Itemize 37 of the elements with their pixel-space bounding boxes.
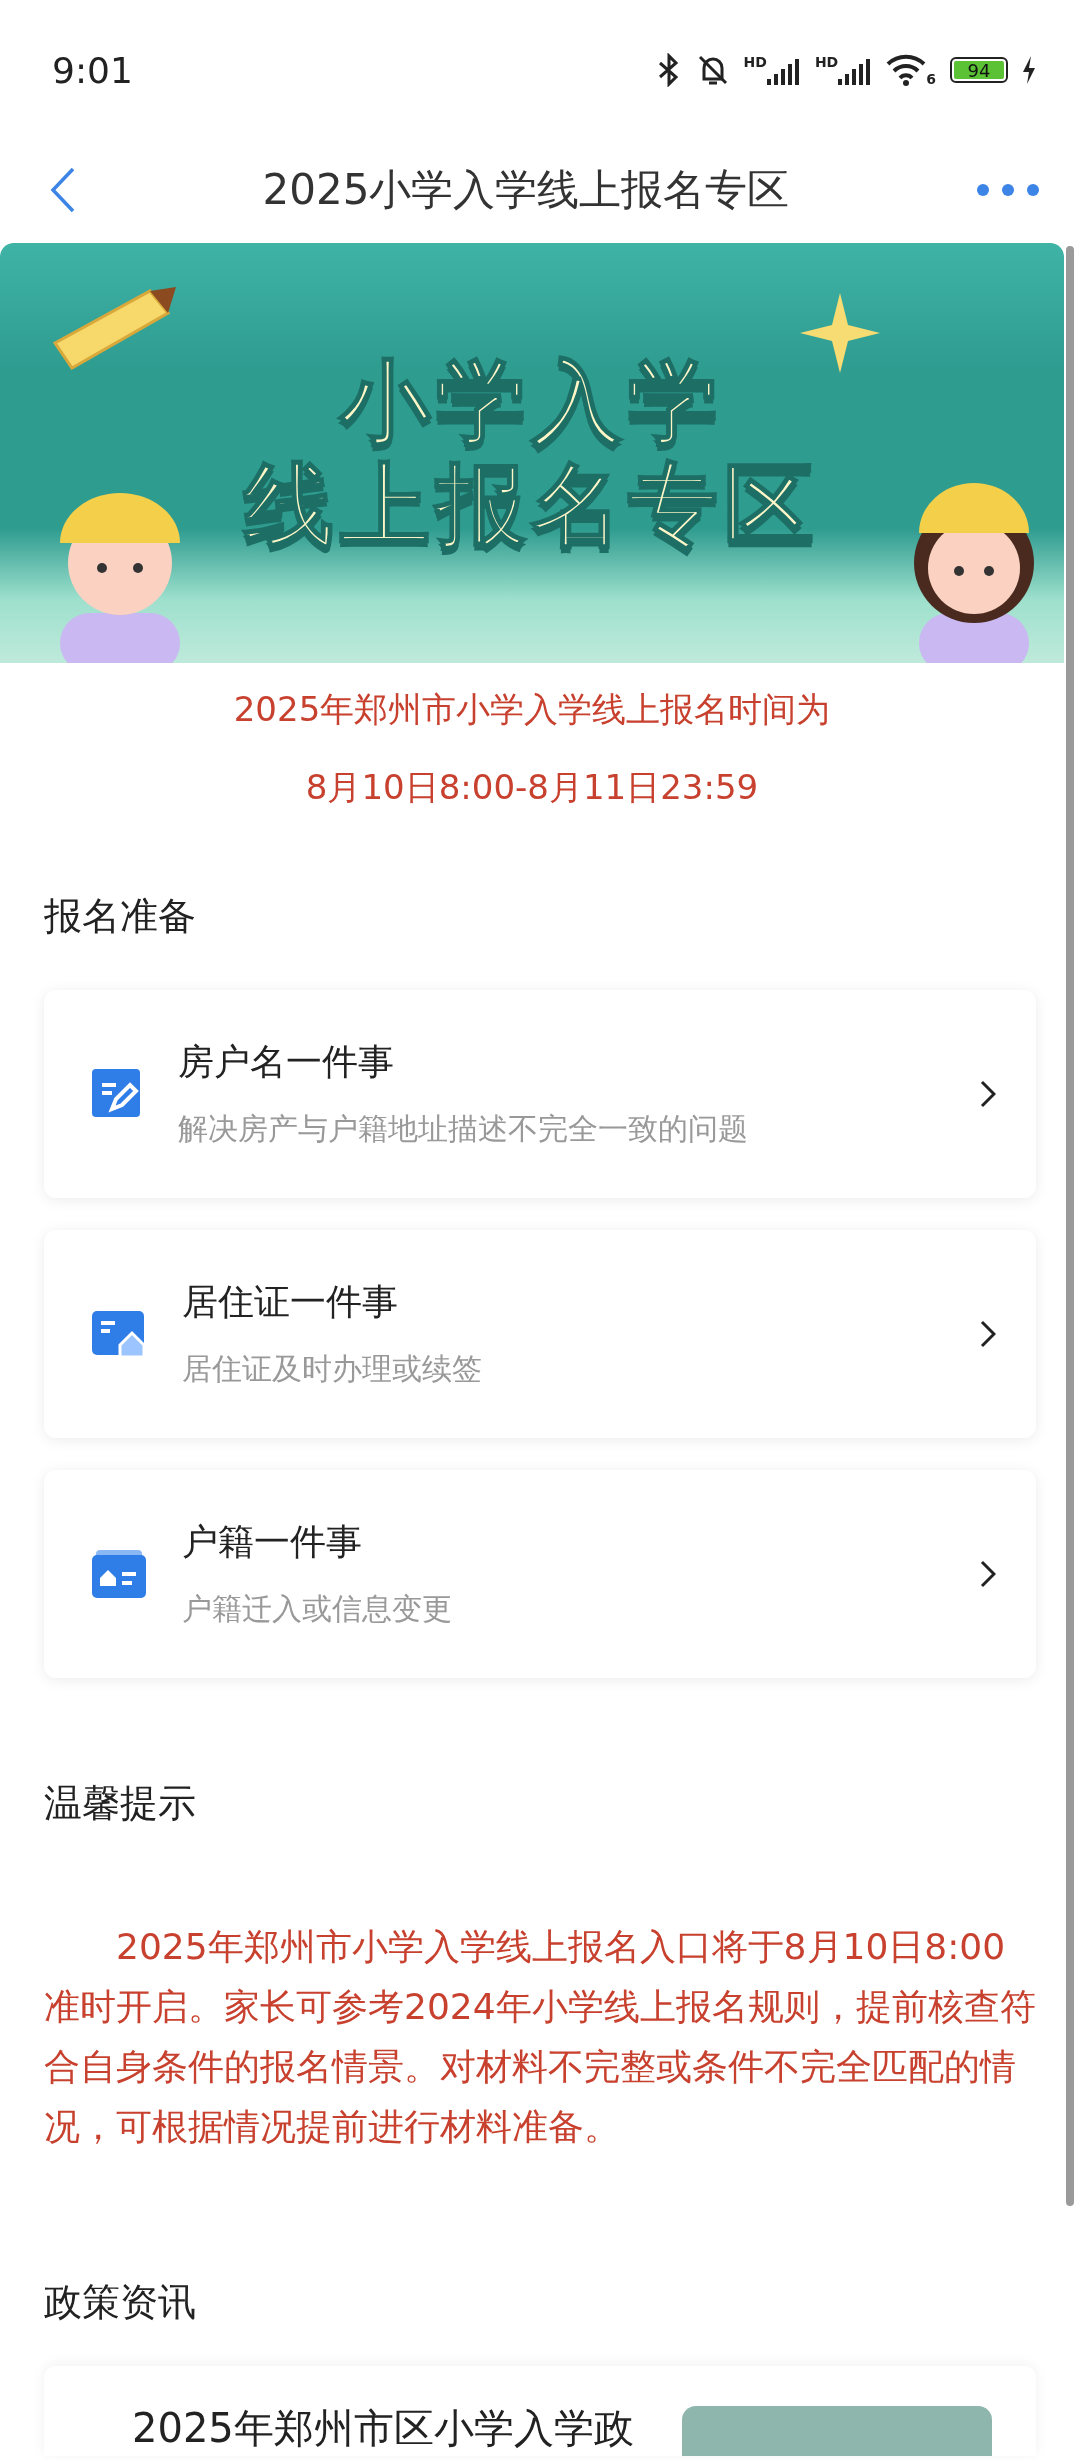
status-time: 9:01 (52, 49, 133, 91)
more-icon[interactable] (976, 183, 1040, 197)
banner-title: 线上报名专区 (244, 453, 820, 557)
chevron-right-icon (980, 1560, 996, 1588)
chevron-right-icon (980, 1320, 996, 1348)
wifi-icon (886, 54, 927, 86)
notice-text: 8月10日8:00-8月11日23:59 (305, 766, 759, 809)
news-card[interactable]: 2025年郑州市区小学入学政 (44, 2366, 1036, 2456)
scrollbar[interactable] (1066, 246, 1074, 2206)
network-label: HD (743, 55, 767, 69)
service-title: 居住证一件事 (182, 1280, 399, 1324)
banner-title: 小学入学 (340, 349, 724, 453)
news-title: 2025年郑州市区小学入学政 (132, 2404, 635, 2453)
sparkle-icon (800, 293, 880, 373)
notice-text: 2025年郑州市小学入学线上报名时间为 (233, 688, 831, 731)
charging-icon (1022, 56, 1036, 84)
section-heading: 政策资讯 (43, 2279, 197, 2326)
service-description: 居住证及时办理或续签 (182, 1350, 483, 1388)
network-label: HD (814, 55, 839, 69)
id-card-icon (92, 1550, 146, 1598)
back-icon[interactable] (50, 167, 76, 213)
service-title: 房户名一件事 (178, 1040, 395, 1084)
section-heading: 温馨提示 (43, 1780, 197, 1827)
service-title: 户籍一件事 (182, 1520, 363, 1564)
service-card[interactable]: 房户名一件事 解决房产与户籍地址描述不完全一致的问题 (44, 990, 1036, 1198)
battery-level: 94 (950, 57, 1008, 83)
service-card[interactable]: 户籍一件事 户籍迁入或信息变更 (44, 1470, 1036, 1678)
edit-document-icon (92, 1069, 142, 1119)
chevron-right-icon (980, 1080, 996, 1108)
wifi-label: 6 (926, 72, 936, 86)
card-house-icon (92, 1311, 146, 1357)
page-title: 2025小学入学线上报名专区 (262, 164, 790, 216)
tips-paragraph: 2025年郑州市小学入学线上报名入口将于8月10日8:00准时开启。家长可参考2024年小学线上报名规则，提前核查符合自身条件的报名情景。对材料不完整或条件不完全匹配的情况，可根据情况提前进行材料准备。 (43, 1925, 1037, 2149)
service-card[interactable]: 居住证一件事 居住证及时办理或续签 (44, 1230, 1036, 1438)
service-description: 解决房产与户籍地址描述不完全一致的问题 (178, 1110, 749, 1148)
service-description: 户籍迁入或信息变更 (182, 1590, 453, 1628)
section-heading: 报名准备 (43, 893, 197, 940)
